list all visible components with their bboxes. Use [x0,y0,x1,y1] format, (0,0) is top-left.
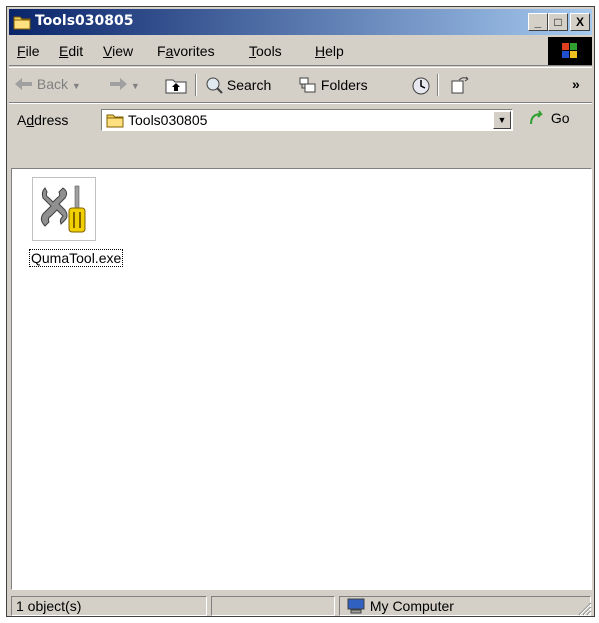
address-dropdown-button[interactable]: ▼ [493,111,511,129]
history-button[interactable] [411,76,431,96]
search-label: Search [226,77,272,93]
menu-bar: File Edit View Favorites Tools Help [9,37,592,66]
up-folder-icon [165,79,187,94]
move-to-icon [451,76,469,94]
menu-help-accel: H [315,43,326,59]
address-label: Address [17,112,68,128]
address-label-pre: A [17,112,27,128]
toolbar-overflow-button[interactable]: » [572,76,580,92]
forward-arrow-icon [110,78,127,90]
status-empty-panel [211,596,335,616]
menu-file-accel: F [17,43,26,59]
file-item-icon[interactable] [32,177,96,241]
address-value: Tools030805 [128,112,208,128]
menu-tools-accel: T [249,43,256,59]
menu-tools-label: ools [256,43,282,59]
minimize-button[interactable]: _ [528,13,548,31]
go-arrow-icon [530,110,543,125]
address-label-rest: dress [34,112,69,128]
back-label: Back [36,76,69,92]
menu-help-label: elp [325,43,344,59]
menu-edit[interactable]: Edit [59,43,83,59]
forward-dropdown-icon: ▼ [130,81,140,91]
windows-logo-icon [548,37,592,65]
forward-button[interactable]: ▼ [109,76,140,92]
go-button[interactable]: Go [529,110,570,126]
menu-favorites-label: vorites [173,43,215,59]
explorer-window: Tools030805 _ □ X File Edit View Favorit… [6,6,595,617]
folder-icon [106,114,124,128]
folders-button[interactable]: Folders [299,76,368,94]
up-folder-button[interactable] [165,76,187,94]
back-arrow-icon [15,78,32,90]
resize-grip-icon[interactable] [576,600,592,616]
file-list-pane[interactable]: QumaTool.exe [11,168,592,590]
toolbar: Back ▼ ▼ Search Folders » [9,67,592,103]
history-icon [412,77,430,95]
folders-icon [299,77,316,93]
menu-favorites[interactable]: Favorites [157,43,215,59]
go-label: Go [550,110,570,126]
status-object-count: 1 object(s) [11,596,207,616]
address-bar: Address Tools030805 ▼ Go [9,103,592,136]
back-dropdown-icon: ▼ [71,81,81,91]
file-item-label[interactable]: QumaTool.exe [29,249,124,267]
window-title: Tools030805 [35,13,134,29]
my-computer-icon [347,598,365,614]
menu-edit-label: dit [68,43,84,59]
folder-icon [13,16,31,30]
move-to-button[interactable] [451,76,471,94]
folders-label: Folders [320,77,368,93]
title-bar[interactable]: Tools030805 _ □ X [9,9,592,35]
status-bar: 1 object(s) My Computer [9,594,592,616]
menu-favorites-pre: F [157,43,166,59]
toolbar-separator [437,74,439,96]
menu-tools[interactable]: Tools [249,43,282,59]
back-button[interactable]: Back ▼ [15,76,81,92]
tools-icon [40,185,86,233]
menu-view-label: iew [112,43,134,59]
menu-help[interactable]: Help [315,43,344,59]
menu-edit-accel: E [59,43,69,59]
status-zone-panel: My Computer [339,596,591,616]
status-zone-label: My Computer [369,598,454,614]
menu-view-accel: V [103,43,113,59]
close-button[interactable]: X [570,13,590,31]
menu-file[interactable]: File [17,43,40,59]
search-icon [206,77,223,94]
maximize-button[interactable]: □ [548,13,568,31]
address-input[interactable]: Tools030805 ▼ [101,109,513,131]
menu-view[interactable]: View [103,43,133,59]
toolbar-separator [195,74,197,96]
menu-file-label: ile [25,43,40,59]
address-label-accel: d [26,112,35,128]
search-button[interactable]: Search [205,76,271,94]
